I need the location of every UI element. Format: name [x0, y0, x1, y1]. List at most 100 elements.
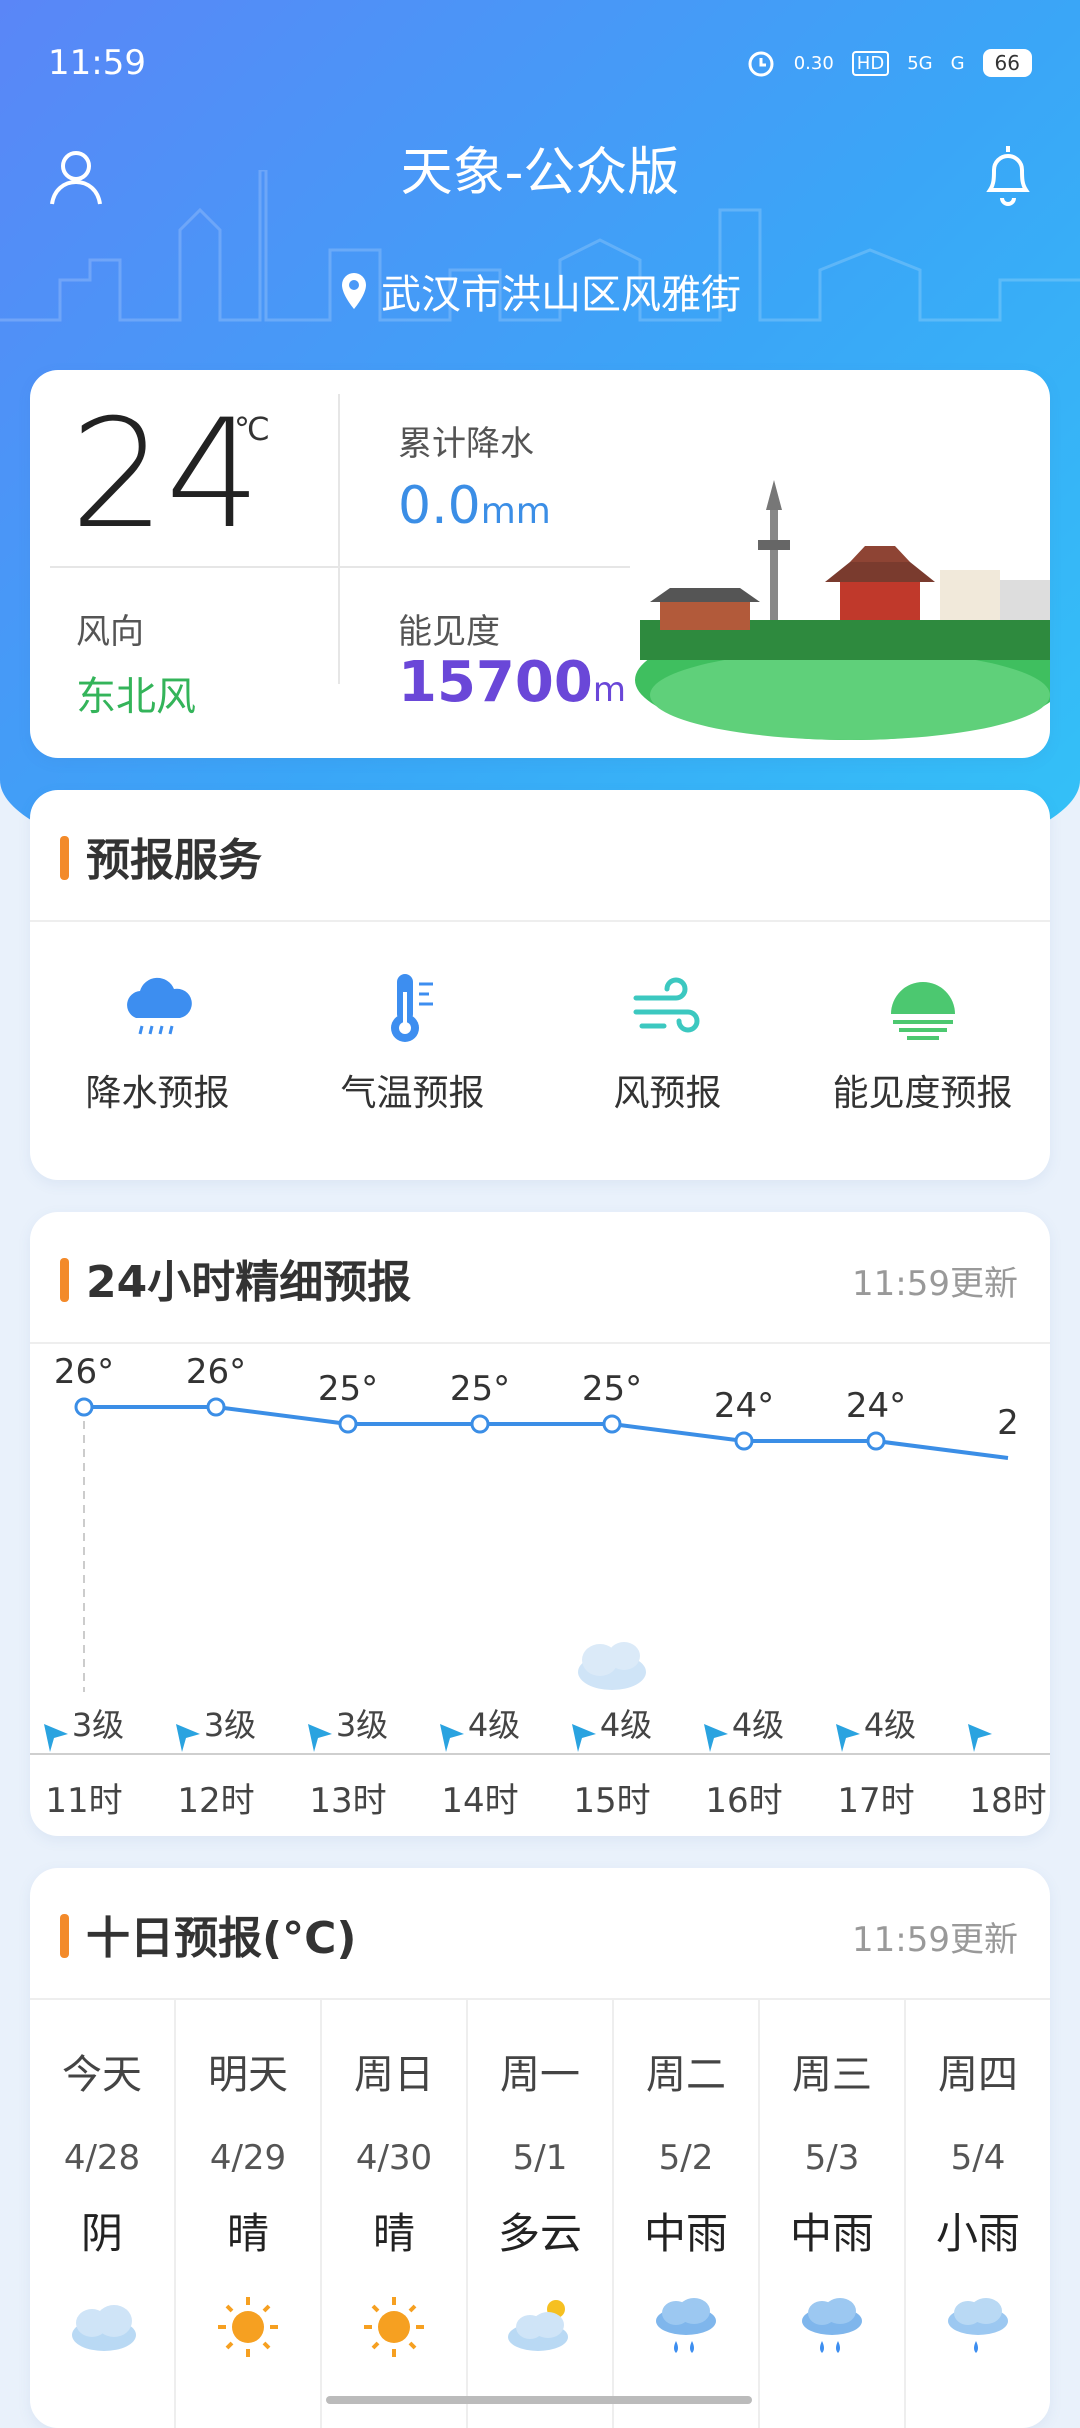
day-date: 4/30	[355, 2138, 433, 2178]
day-column[interactable]: 周二 5/2 中雨	[614, 2000, 760, 2428]
hour-label: 14时	[441, 1781, 518, 1821]
day-weather: 中雨	[789, 2209, 874, 2258]
temperature-point	[338, 1414, 358, 1434]
temperature-label: 2	[997, 1403, 1019, 1443]
current-temp: 24	[70, 388, 261, 562]
thermometer-icon	[390, 974, 433, 1042]
day-weather: 晴	[226, 2209, 269, 2258]
day-column[interactable]: 周四 5/4 小雨	[906, 2000, 1050, 2428]
day-weather: 中雨	[643, 2209, 728, 2258]
section-accent-bar	[60, 1914, 69, 1958]
temperature-point	[602, 1414, 622, 1434]
wind-direction-icon	[968, 1724, 992, 1752]
temperature-point	[866, 1431, 886, 1451]
home-indicator[interactable]	[326, 2396, 752, 2404]
day-weather: 晴	[372, 2209, 415, 2258]
ten-day-forecast-card: 十日预报(°C) 11:59更新 今天 4/28 阴 明天 4/29 晴 周日 4/30 晴 周一…	[30, 1868, 1050, 2428]
hd-badge: HD	[851, 50, 890, 76]
status-time: 11:59	[48, 43, 146, 83]
wind-forecast-button[interactable]: 风预报	[540, 920, 795, 1180]
section-accent-bar	[60, 1258, 69, 1302]
status-icons: 0.30 HD 5G G 66	[746, 48, 1032, 78]
rain-label: 累计降水	[398, 424, 534, 464]
hourly-temperature-chart[interactable]: 26° 3级 11时 26° 3级 12时 25° 3级 13时 25° 4级 14时 25° 4级 15时…	[30, 1342, 1050, 1836]
day-date: 4/29	[209, 2138, 287, 2178]
net-speed: 0.30	[793, 52, 834, 74]
location[interactable]: 武汉市洪山区风雅街	[0, 262, 1080, 320]
day-column[interactable]: 今天 4/28 阴	[30, 2000, 176, 2428]
visibility-label: 能见度	[398, 612, 500, 652]
update-time: 11:59更新	[852, 1264, 1018, 1304]
temperature-label: 24°	[714, 1386, 774, 1426]
temperature-point	[206, 1397, 226, 1417]
temperature-forecast-label: 气温预报	[340, 1073, 485, 1114]
wind-icon	[633, 977, 699, 1033]
hourly-forecast-card: 24小时精细预报 11:59更新 26° 3级 11时 26° 3级 12时 25° 3级 13…	[30, 1212, 1050, 1836]
location-text: 武汉市洪山区风雅街	[381, 272, 741, 318]
wind-level-label: 3级	[336, 1706, 388, 1744]
day-column[interactable]: 周三 5/3 中雨	[760, 2000, 906, 2428]
section-header: 十日预报(°C) 11:59更新	[30, 1868, 1050, 2000]
wind-level-label: 3级	[72, 1706, 124, 1744]
hour-label: 12时	[177, 1781, 254, 1821]
update-time: 11:59更新	[852, 1920, 1018, 1960]
visibility-forecast-label: 能见度预报	[832, 1073, 1013, 1114]
days-row[interactable]: 今天 4/28 阴 明天 4/29 晴 周日 4/30 晴 周一 5/1 多云 周二 5/2 中雨 周三 5/3…	[30, 2000, 1050, 2428]
day-date: 5/1	[512, 2138, 568, 2178]
day-date: 5/3	[804, 2138, 860, 2178]
forecast-services-card: 预报服务 降水预报 气温预报 风预报 能见度预报	[30, 790, 1050, 1180]
day-name: 今天	[62, 2052, 142, 2098]
day-date: 5/4	[950, 2138, 1006, 2178]
day-weather: 小雨	[935, 2209, 1020, 2258]
rain-value: 0.0mm	[398, 476, 551, 536]
temperature-label: 25°	[318, 1369, 378, 1409]
hour-label: 18时	[969, 1781, 1046, 1821]
sunny-icon	[364, 2297, 424, 2357]
bell-icon[interactable]	[980, 142, 1036, 208]
partly-cloudy-icon	[508, 2300, 568, 2351]
temperature-point	[74, 1397, 94, 1417]
day-name: 明天	[208, 2052, 288, 2098]
hour-label: 13时	[309, 1781, 386, 1821]
signal-5g: 5G	[907, 52, 933, 74]
visibility-forecast-button[interactable]: 能见度预报	[795, 920, 1050, 1180]
visibility-value: 15700m	[398, 650, 626, 715]
wind-level-label: 4级	[600, 1706, 652, 1744]
wind-label: 风向	[76, 612, 144, 652]
day-name: 周一	[500, 2052, 580, 2098]
status-bar: 11:59 0.30 HD 5G G 66	[48, 38, 1032, 88]
section-title: 十日预报(°C)	[86, 1913, 357, 1964]
alarm-icon	[748, 51, 774, 77]
app-header: 天象-公众版	[0, 120, 1080, 230]
day-column[interactable]: 周一 5/1 多云	[468, 2000, 614, 2428]
wind-direction-icon	[176, 1724, 200, 1752]
wind-direction-icon	[704, 1724, 728, 1752]
temperature-forecast-button[interactable]: 气温预报	[285, 920, 540, 1180]
temperature-label: 25°	[582, 1369, 642, 1409]
temp-unit: ℃	[234, 410, 270, 448]
wind-level-label: 3级	[204, 1706, 256, 1744]
hour-label: 17时	[837, 1781, 914, 1821]
app-title: 天象-公众版	[400, 143, 680, 203]
day-column[interactable]: 明天 4/29 晴	[176, 2000, 322, 2428]
wind-direction-icon	[308, 1724, 332, 1752]
wind-direction-icon	[836, 1724, 860, 1752]
rain-forecast-button[interactable]: 降水预报	[30, 920, 285, 1180]
wind-direction-icon	[44, 1724, 68, 1752]
section-title: 24小时精细预报	[86, 1257, 412, 1308]
battery-icon: 66	[982, 49, 1032, 77]
hour-label: 15时	[573, 1781, 650, 1821]
day-column[interactable]: 周日 4/30 晴	[322, 2000, 468, 2428]
cloudy-icon	[578, 1642, 646, 1690]
light-rain-icon	[948, 2298, 1008, 2353]
location-pin-icon	[342, 273, 366, 309]
section-header: 24小时精细预报 11:59更新	[30, 1212, 1050, 1344]
temperature-label: 24°	[846, 1386, 906, 1426]
moderate-rain-icon	[656, 2298, 716, 2353]
wuhan-landmark-illustration	[635, 480, 1050, 740]
day-name: 周三	[792, 2052, 872, 2098]
temperature-label: 26°	[54, 1352, 114, 1392]
day-weather: 阴	[80, 2209, 123, 2258]
day-name: 周日	[354, 2052, 434, 2098]
day-weather: 多云	[497, 2209, 582, 2258]
